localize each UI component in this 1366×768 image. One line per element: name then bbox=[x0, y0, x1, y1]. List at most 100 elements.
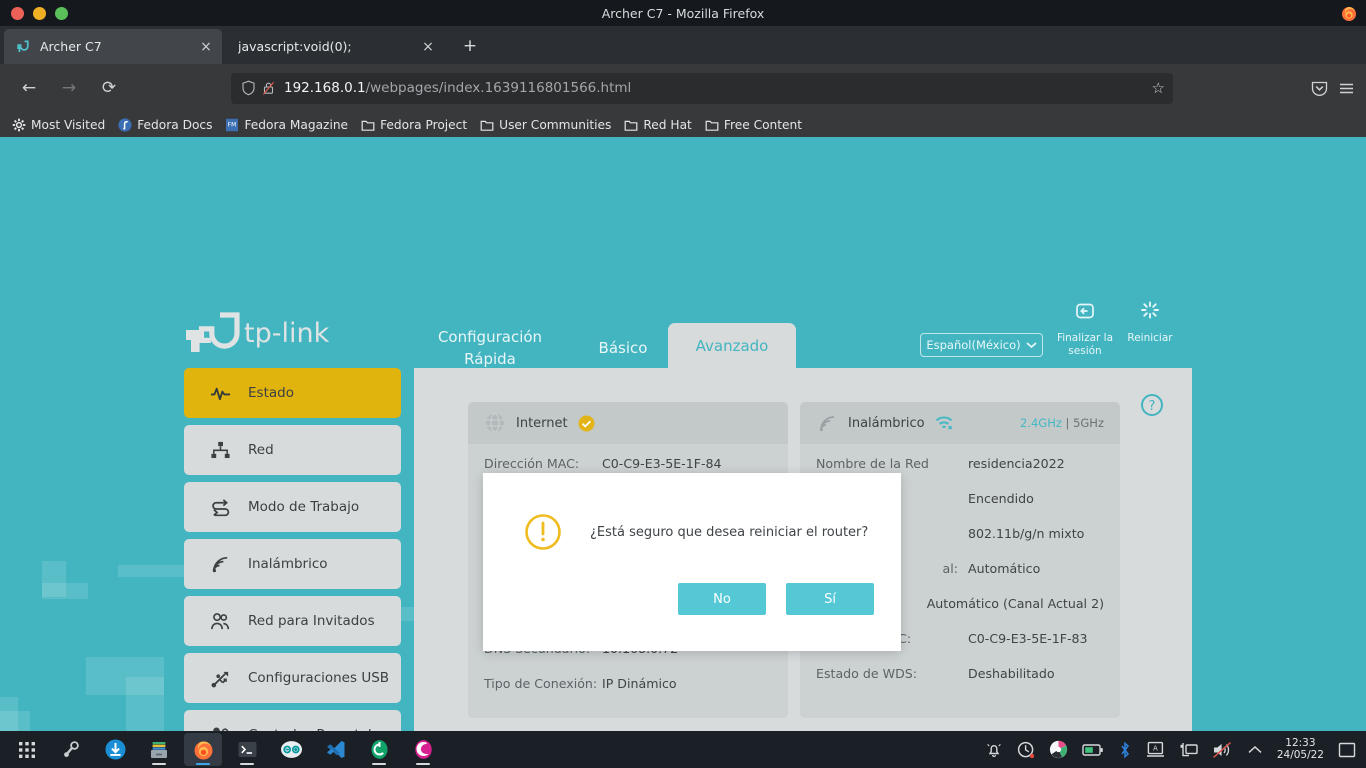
shield-icon bbox=[242, 80, 255, 96]
updates-icon[interactable] bbox=[1017, 741, 1035, 759]
files-icon[interactable] bbox=[140, 733, 178, 766]
tab-basic[interactable]: Básico bbox=[583, 338, 663, 360]
bookmark-free-content[interactable]: Free Content bbox=[705, 118, 802, 132]
warning-icon bbox=[525, 514, 561, 550]
terminal-icon[interactable] bbox=[228, 733, 266, 766]
back-button[interactable]: ← bbox=[14, 73, 44, 103]
arduino-icon[interactable] bbox=[272, 733, 310, 766]
green-app-icon[interactable] bbox=[360, 733, 398, 766]
apps-grid-icon[interactable] bbox=[8, 733, 46, 766]
volume-muted-icon[interactable] bbox=[1212, 741, 1233, 759]
no-button[interactable]: No bbox=[678, 583, 766, 615]
row-value: C0-C9-E3-5E-1F-84 bbox=[602, 456, 722, 471]
tab-close-icon[interactable]: × bbox=[196, 37, 216, 57]
wifi-icon bbox=[819, 416, 835, 432]
bookmark-fedora-project[interactable]: Fedora Project bbox=[361, 118, 467, 132]
magazine-icon: FM bbox=[226, 118, 239, 131]
network-icon bbox=[211, 441, 230, 458]
show-desktop-icon[interactable] bbox=[1338, 742, 1356, 758]
sidebar-item-inalambrico[interactable]: Inalámbrico bbox=[184, 539, 401, 589]
network-icon[interactable] bbox=[1179, 741, 1198, 759]
row-value: Encendido bbox=[968, 491, 1034, 506]
clock-date: 24/05/22 bbox=[1276, 748, 1324, 761]
tab-strip: Archer C7 × javascript:void(0); × + bbox=[0, 26, 1366, 64]
hamburger-menu-icon[interactable] bbox=[1337, 79, 1356, 98]
deco-block bbox=[0, 711, 30, 731]
pulse-icon bbox=[210, 387, 231, 400]
yes-button[interactable]: Sí bbox=[786, 583, 874, 615]
bookmark-label: Red Hat bbox=[643, 117, 692, 132]
reboot-label: Reiniciar bbox=[1127, 332, 1173, 345]
window-titlebar: Archer C7 - Mozilla Firefox bbox=[0, 0, 1366, 26]
logout-button[interactable]: Finalizar la sesión bbox=[1053, 301, 1117, 358]
reboot-button[interactable]: Reiniciar bbox=[1118, 301, 1182, 345]
deco-block bbox=[42, 583, 88, 599]
svg-text:?: ? bbox=[1149, 399, 1156, 414]
taskbar-launchers bbox=[0, 733, 442, 766]
sidebar-item-red-para-invitados[interactable]: Red para Invitados bbox=[184, 596, 401, 646]
address-bar[interactable]: 192.168.0.1/webpages/index.1639116801566… bbox=[231, 72, 1173, 104]
reload-button[interactable]: ⟳ bbox=[94, 73, 124, 103]
vscode-icon[interactable] bbox=[316, 733, 354, 766]
sidebar-item-modo-de-trabajo[interactable]: Modo de Trabajo bbox=[184, 482, 401, 532]
chevron-down-icon bbox=[1026, 342, 1037, 349]
bookmark-star-icon[interactable]: ☆ bbox=[1152, 79, 1165, 97]
band-5ghz[interactable]: 5GHz bbox=[1073, 416, 1104, 430]
pocket-icon[interactable] bbox=[1310, 79, 1329, 98]
bookmarks-bar: Most Visited Fedora Docs FM Fedora Magaz… bbox=[0, 112, 1366, 137]
browser-tab-javascript-void[interactable]: javascript:void(0); × bbox=[226, 29, 444, 64]
tplink-icon bbox=[17, 40, 29, 52]
card-title: Inalámbrico bbox=[848, 415, 925, 431]
chevron-up-icon[interactable] bbox=[1247, 744, 1263, 756]
battery-icon[interactable] bbox=[1082, 742, 1104, 758]
bookmark-fedora-magazine[interactable]: FM Fedora Magazine bbox=[225, 118, 348, 132]
deco-block bbox=[126, 677, 164, 731]
row-value: Deshabilitado bbox=[968, 666, 1055, 681]
display-icon[interactable]: A bbox=[1146, 741, 1165, 758]
sidebar-item-estado[interactable]: Estado bbox=[184, 368, 401, 418]
notifications-icon[interactable] bbox=[985, 741, 1003, 759]
folder-icon bbox=[705, 120, 719, 131]
firefox-logo-icon bbox=[1342, 7, 1356, 21]
bookmark-red-hat[interactable]: Red Hat bbox=[624, 117, 692, 132]
forward-button[interactable]: → bbox=[54, 73, 84, 103]
sidebar-item-configuraciones-usb[interactable]: Configuraciones USB bbox=[184, 653, 401, 703]
svg-text:FM: FM bbox=[228, 121, 237, 128]
reboot-confirm-dialog: ¿Está seguro que desea reiniciar el rout… bbox=[483, 473, 901, 651]
logout-icon bbox=[1076, 303, 1094, 319]
tab-close-icon[interactable]: × bbox=[418, 37, 438, 57]
taskbar-clock[interactable]: 12:33 24/05/22 bbox=[1276, 736, 1324, 762]
magenta-app-icon[interactable] bbox=[404, 733, 442, 766]
color-icon[interactable] bbox=[1049, 740, 1068, 759]
globe-icon bbox=[486, 413, 504, 433]
card-header: Internet bbox=[468, 402, 788, 444]
fedora-icon bbox=[118, 117, 132, 132]
sidebar-item-controles-parentales[interactable]: Controles Parentales bbox=[184, 710, 401, 731]
clock-time: 12:33 bbox=[1285, 736, 1316, 749]
new-tab-button[interactable]: + bbox=[458, 34, 482, 58]
band-sep: | bbox=[1065, 416, 1070, 430]
help-icon[interactable]: ? bbox=[1140, 393, 1164, 417]
tab-quick-setup[interactable]: Configuración Rápida bbox=[425, 327, 555, 371]
language-value: Español(México) bbox=[926, 338, 1021, 352]
bookmark-fedora-docs[interactable]: Fedora Docs bbox=[118, 118, 212, 132]
dialog-message: ¿Está seguro que desea reiniciar el rout… bbox=[590, 524, 869, 540]
bookmark-user-communities[interactable]: User Communities bbox=[480, 118, 611, 132]
bookmark-label: Free Content bbox=[723, 117, 803, 132]
browser-tab-archer-c7[interactable]: Archer C7 × bbox=[4, 29, 222, 64]
settings-icon[interactable] bbox=[52, 733, 90, 766]
band-24ghz[interactable]: 2.4GHz bbox=[1020, 416, 1062, 430]
sidebar-item-label: Estado bbox=[248, 385, 294, 401]
bookmark-most-visited[interactable]: Most Visited bbox=[12, 118, 105, 132]
system-taskbar: A 12:33 24/05/22 bbox=[0, 731, 1366, 768]
tab-advanced[interactable]: Avanzado bbox=[668, 323, 796, 371]
sidebar-item-red[interactable]: Red bbox=[184, 425, 401, 475]
bluetooth-icon[interactable] bbox=[1118, 741, 1132, 759]
row-key: Estado de WDS: bbox=[816, 666, 918, 681]
screen: Archer C7 - Mozilla Firefox Archer C7 × … bbox=[0, 0, 1366, 768]
dialog-buttons: No Sí bbox=[678, 583, 874, 615]
downloader-icon[interactable] bbox=[96, 733, 134, 766]
language-select[interactable]: Español(México) bbox=[920, 333, 1043, 357]
band-selector[interactable]: 2.4GHz | 5GHz bbox=[1020, 416, 1104, 430]
firefox-icon[interactable] bbox=[184, 733, 222, 766]
